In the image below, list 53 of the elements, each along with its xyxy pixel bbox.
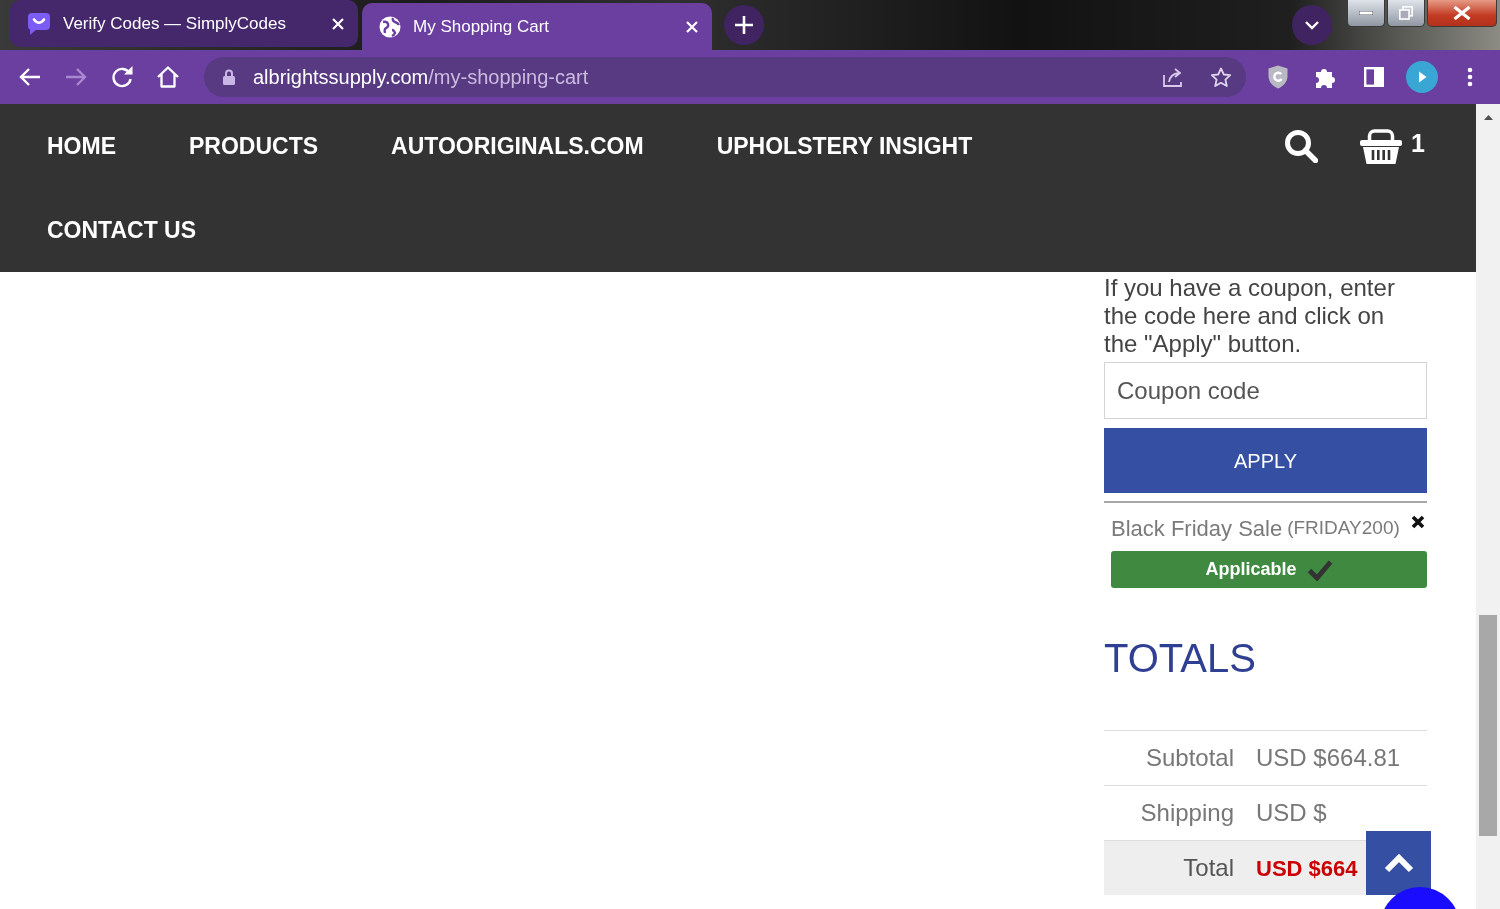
check-icon (1306, 558, 1333, 581)
browser-tab[interactable]: Verify Codes — SimplyCodes (10, 0, 358, 47)
chevron-up-icon (1383, 853, 1414, 873)
totals-value: USD $ (1255, 798, 1327, 828)
new-tab-button[interactable] (724, 5, 764, 45)
totals-value: USD $664.81 (1255, 743, 1401, 773)
scroll-up-icon[interactable] (1483, 115, 1493, 120)
coupon-code-field[interactable]: Coupon code (1104, 362, 1427, 419)
totals-label: Shipping (1139, 798, 1234, 828)
restore-button[interactable] (1387, 0, 1425, 27)
home-icon[interactable] (156, 65, 180, 89)
nav-link[interactable]: PRODUCTS (189, 128, 319, 164)
back-arrow-icon[interactable] (19, 67, 41, 87)
close-icon (1453, 6, 1471, 20)
tab-list-button[interactable] (1292, 5, 1332, 45)
nav-link[interactable]: UPHOLSTERY INSIGHT (716, 128, 973, 164)
globe-icon (379, 15, 401, 38)
totals-label: Subtotal (1144, 743, 1234, 773)
apply-button[interactable]: APPLY (1104, 428, 1427, 493)
scrollbar-thumb[interactable] (1479, 615, 1497, 836)
restore-icon (1399, 6, 1413, 20)
minimize-button[interactable] (1347, 0, 1385, 27)
plus-icon (735, 16, 753, 34)
totals-value: USD $664 (1255, 854, 1358, 883)
side-panel-icon[interactable] (1364, 67, 1384, 87)
lock-icon[interactable] (223, 69, 235, 85)
nav-link[interactable]: HOME (47, 128, 116, 164)
menu-icon[interactable] (1467, 67, 1473, 87)
back-to-top-button[interactable] (1366, 831, 1431, 895)
star-icon[interactable] (1210, 66, 1232, 88)
close-icon[interactable] (1411, 515, 1425, 529)
browser-tab[interactable]: My Shopping Cart (362, 3, 712, 50)
search-icon[interactable] (1284, 129, 1319, 163)
nav-link[interactable]: AUTOORIGINALS.COM (391, 128, 644, 164)
share-icon[interactable] (1163, 67, 1185, 87)
status-label: Applicable (1205, 558, 1297, 581)
play-circle-icon[interactable] (1406, 61, 1438, 93)
coupon-code: (FRIDAY200) (1287, 515, 1400, 540)
shield-icon[interactable] (1268, 65, 1288, 89)
shopping-basket-icon[interactable] (1360, 128, 1403, 164)
totals-label: Total (1182, 853, 1234, 883)
cart-count: 1 (1411, 131, 1425, 156)
chevron-down-icon (1305, 20, 1319, 30)
totals-heading: TOTALS (1104, 635, 1257, 682)
address-bar[interactable]: albrightssupply.com/my-shopping-cart (204, 57, 1246, 97)
minimize-icon (1359, 11, 1373, 15)
reload-icon[interactable] (111, 66, 133, 88)
close-window-button[interactable] (1427, 0, 1497, 27)
nav-link[interactable]: CONTACT US (47, 212, 197, 248)
puzzle-piece-icon[interactable] (1315, 66, 1337, 88)
speech-bubble-icon (27, 11, 51, 36)
coupon-instructions: If you have a coupon, enter the code here and click on the "Apply" button. (1104, 274, 1396, 358)
coupon-name: Black Friday Sale (1111, 514, 1283, 543)
